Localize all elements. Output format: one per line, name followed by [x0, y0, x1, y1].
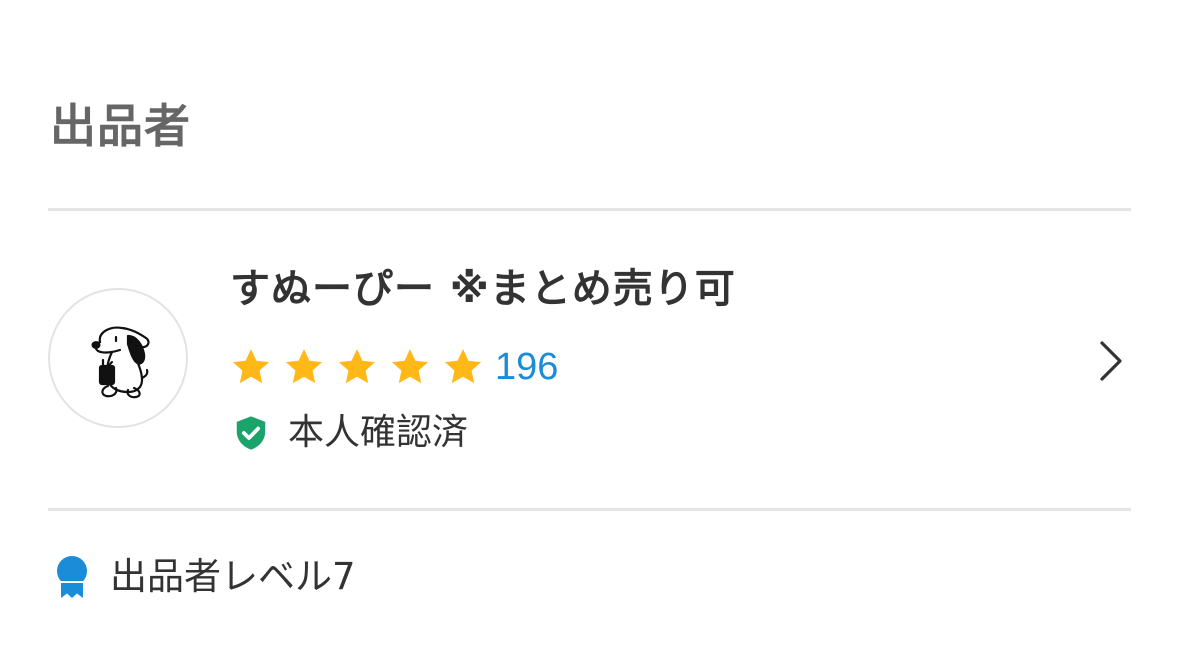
rating-count[interactable]: 196 — [495, 339, 558, 395]
snoopy-avatar-icon — [91, 326, 150, 399]
section-title: 出品者 — [50, 99, 191, 153]
seller-name[interactable]: すぬーぴー ※まとめ売り可 — [230, 261, 736, 317]
chevron-right-icon[interactable] — [1094, 339, 1126, 383]
seller-avatar[interactable] — [48, 288, 188, 428]
seller-row[interactable]: すぬーぴー ※まとめ売り可 196 本人確認済 — [0, 211, 1178, 508]
seller-level: 出品者レベル7 — [52, 548, 356, 606]
star-icon — [230, 346, 272, 388]
verified-label: 本人確認済 — [288, 412, 469, 453]
seller-level-label: 出品者レベル7 — [110, 555, 356, 598]
star-icon — [336, 346, 378, 388]
star-icon — [389, 346, 431, 388]
verified-status: 本人確認済 — [232, 407, 468, 459]
star-icon — [442, 346, 484, 388]
seller-rating: 196 — [230, 339, 558, 395]
rating-stars — [230, 346, 495, 388]
divider-bottom — [48, 508, 1131, 511]
shield-check-icon — [232, 414, 270, 452]
badge-ribbon-icon — [52, 554, 92, 600]
star-icon — [283, 346, 325, 388]
